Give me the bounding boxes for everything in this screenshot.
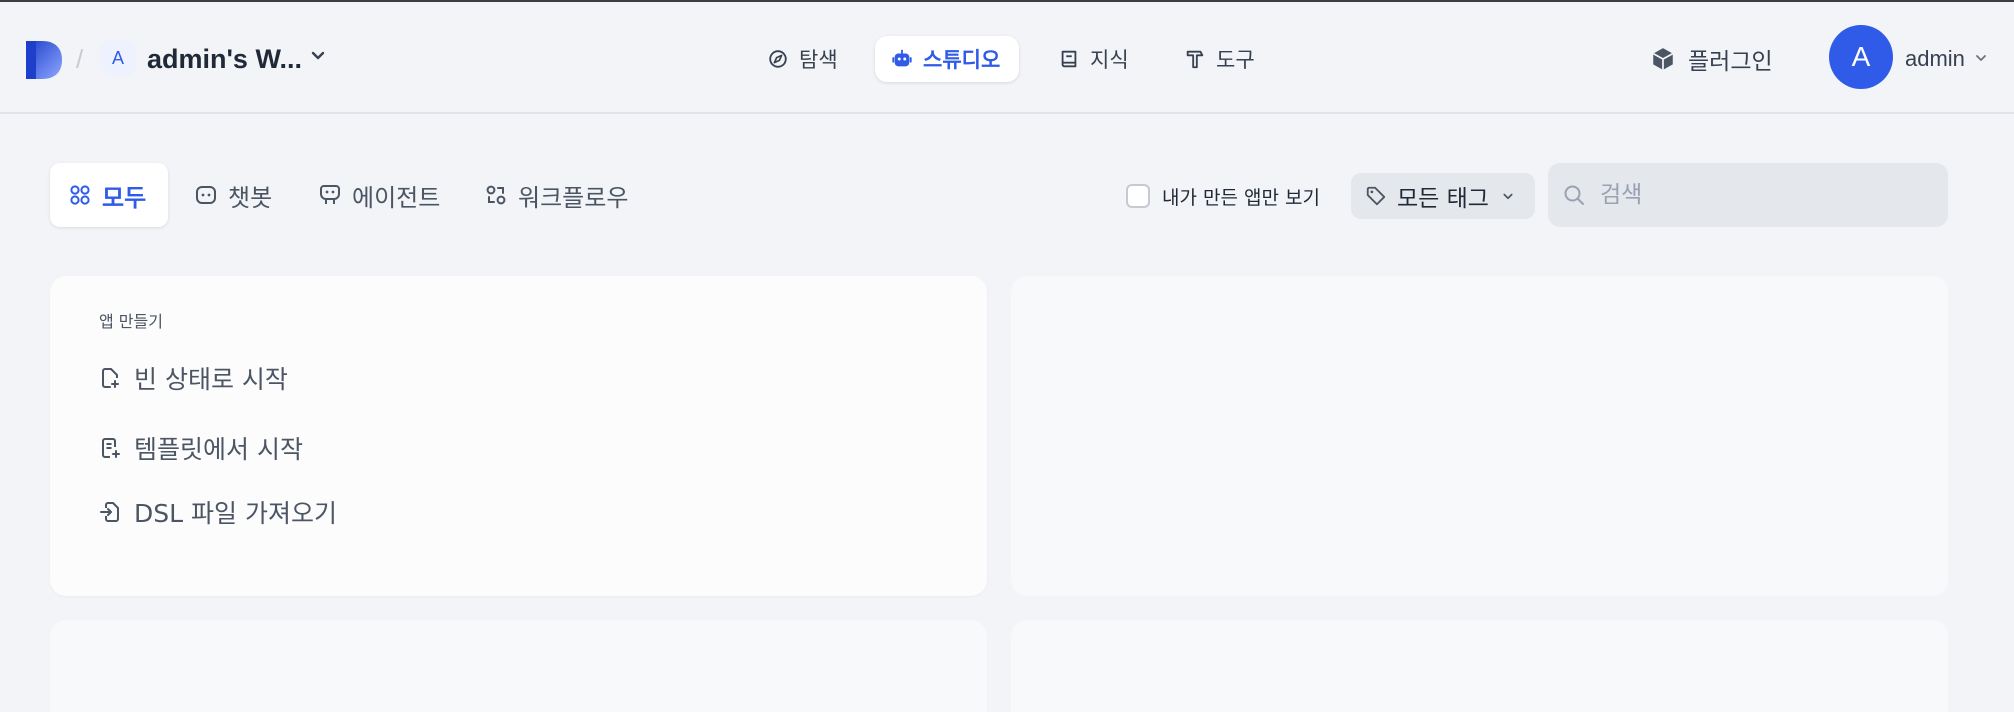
- search-input[interactable]: [1600, 182, 1920, 208]
- tab-chatbot[interactable]: 챗봇: [176, 163, 290, 227]
- chevron-down-icon[interactable]: [1973, 50, 1989, 66]
- robot-icon: [892, 49, 912, 67]
- import-dsl-label: DSL 파일 가져오기: [134, 499, 337, 528]
- app-card-placeholder[interactable]: [50, 620, 987, 712]
- tag-icon: [1366, 186, 1386, 206]
- create-from-template-button[interactable]: 템플릿에서 시작: [98, 430, 303, 466]
- nav-studio-label: 스튜디오: [923, 48, 1001, 72]
- compass-icon: [769, 50, 787, 68]
- mine-only-checkbox[interactable]: [1126, 184, 1150, 208]
- user-name[interactable]: admin: [1905, 46, 1965, 72]
- dify-logo-icon[interactable]: [24, 39, 64, 81]
- create-blank-app-label: 빈 상태로 시작: [134, 365, 288, 394]
- template-icon: [102, 438, 120, 458]
- workflow-icon: [486, 185, 506, 205]
- chevron-down-icon: [1503, 193, 1513, 200]
- book-icon: [1061, 50, 1077, 68]
- create-from-template-label: 템플릿에서 시작: [134, 435, 303, 464]
- search-icon: [1564, 185, 1584, 205]
- tab-all[interactable]: 모두: [50, 163, 168, 227]
- import-file-icon: [100, 502, 119, 522]
- tab-workflow-label: 워크플로우: [518, 183, 629, 212]
- hammer-icon: [1186, 50, 1204, 69]
- create-blank-app-button[interactable]: 빈 상태로 시작: [98, 360, 288, 396]
- plugins-button[interactable]: 플러그인: [1650, 36, 1773, 82]
- nav-knowledge-label: 지식: [1090, 48, 1129, 72]
- nav-tools-label: 도구: [1216, 48, 1255, 72]
- plugins-label: 플러그인: [1688, 49, 1773, 75]
- create-app-card: 앱 만들기 빈 상태로 시작 템플릿에서 시작 DSL 파일 가져오기: [50, 276, 987, 596]
- workspace-name[interactable]: admin's W...: [147, 44, 302, 75]
- nav-knowledge[interactable]: 지식: [1042, 36, 1145, 82]
- new-file-icon: [102, 368, 119, 388]
- tab-chatbot-label: 챗봇: [228, 183, 273, 212]
- tab-workflow[interactable]: 워크플로우: [466, 163, 646, 227]
- top-header: / A admin's W... 탐색 스튜디오 지식 도구 플러그인 A ad…: [0, 2, 2014, 114]
- breadcrumb-separator: /: [76, 44, 84, 74]
- nav-tools[interactable]: 도구: [1168, 36, 1271, 82]
- tab-agent[interactable]: 에이전트: [300, 163, 458, 227]
- mine-only-toggle[interactable]: 내가 만든 앱만 보기: [1126, 183, 1320, 209]
- mine-only-label: 내가 만든 앱만 보기: [1162, 186, 1320, 209]
- nav-explore[interactable]: 탐색: [751, 36, 854, 82]
- tab-all-label: 모두: [102, 183, 147, 212]
- create-app-title: 앱 만들기: [99, 312, 163, 331]
- grid-icon: [70, 185, 90, 205]
- tag-filter-select[interactable]: 모든 태그: [1351, 173, 1535, 219]
- nav-explore-label: 탐색: [799, 48, 838, 72]
- chevron-down-icon[interactable]: [308, 46, 328, 66]
- tag-filter-label: 모든 태그: [1397, 186, 1489, 212]
- import-dsl-button[interactable]: DSL 파일 가져오기: [98, 494, 337, 530]
- tab-agent-label: 에이전트: [352, 183, 441, 212]
- agent-icon: [320, 185, 340, 204]
- chat-icon: [196, 186, 216, 204]
- nav-studio[interactable]: 스튜디오: [875, 36, 1019, 82]
- app-card-placeholder[interactable]: [1011, 276, 1948, 596]
- cube-icon: [1652, 48, 1674, 70]
- avatar[interactable]: A: [1829, 25, 1893, 89]
- search-box[interactable]: [1548, 163, 1948, 227]
- app-card-placeholder[interactable]: [1011, 620, 1948, 712]
- workspace-avatar[interactable]: A: [100, 40, 136, 76]
